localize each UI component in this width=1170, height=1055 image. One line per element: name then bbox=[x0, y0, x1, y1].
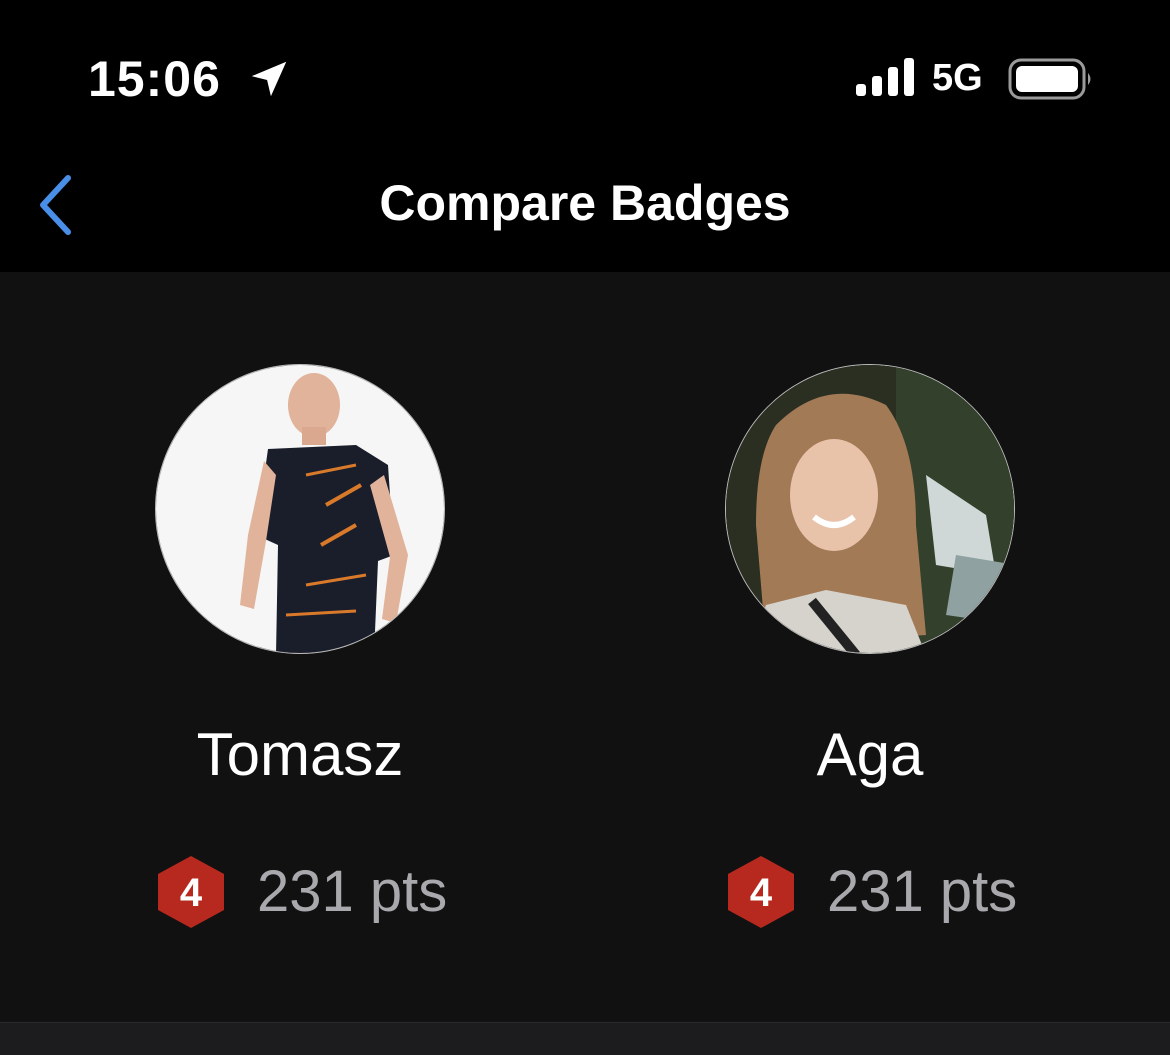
user-name: Aga bbox=[816, 721, 924, 788]
navigation-bar: Compare Badges bbox=[0, 150, 1170, 272]
points-value: 231 pts bbox=[827, 859, 1018, 924]
avatar bbox=[155, 364, 445, 654]
page-title: Compare Badges bbox=[379, 175, 791, 231]
compare-content: Tomasz 4 231 pts Aga 4 231 pts bbox=[0, 272, 1170, 1022]
avatar bbox=[725, 364, 1015, 654]
bottom-section-edge bbox=[0, 1022, 1170, 1055]
status-bar: 15:06 5G bbox=[0, 0, 1170, 150]
score-row: 4 231 pts bbox=[15, 852, 600, 932]
avatar-photo-aga bbox=[726, 365, 1014, 653]
network-type: 5G bbox=[932, 57, 983, 99]
user-card-aga[interactable]: Aga 4 231 pts bbox=[585, 272, 1170, 1022]
points-value: 231 pts bbox=[257, 859, 448, 924]
level-hexagon-badge: 4 bbox=[728, 856, 794, 928]
battery-full-icon bbox=[1008, 58, 1091, 100]
level-number: 4 bbox=[180, 871, 203, 915]
cellular-signal-icon bbox=[856, 58, 914, 96]
compare-badges-screen: 15:06 5G Compare Badges Tomasz 4 231 pts… bbox=[0, 0, 1170, 1055]
user-card-tomasz[interactable]: Tomasz 4 231 pts bbox=[15, 272, 600, 1022]
score-row: 4 231 pts bbox=[585, 852, 1170, 932]
status-time: 15:06 bbox=[88, 51, 221, 107]
level-hexagon-badge: 4 bbox=[158, 856, 224, 928]
avatar-photo-tomasz bbox=[156, 365, 444, 653]
level-number: 4 bbox=[750, 871, 773, 915]
location-arrow-icon bbox=[251, 61, 287, 97]
user-name: Tomasz bbox=[196, 721, 404, 788]
